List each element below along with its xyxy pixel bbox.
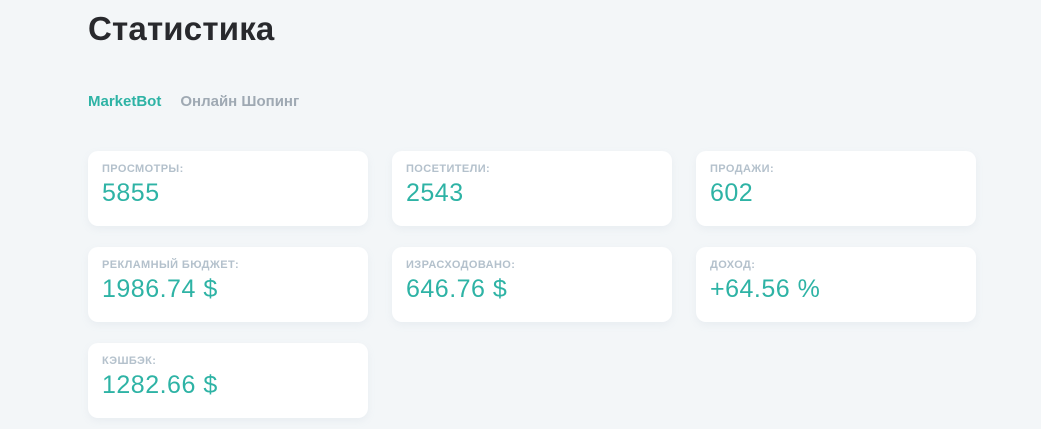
tab-marketbot[interactable]: MarketBot xyxy=(88,93,161,110)
stat-label: ПРОДАЖИ: xyxy=(710,163,775,176)
stat-label: ПРОСМОТРЫ: xyxy=(102,163,184,176)
stat-value: 602 xyxy=(710,179,754,208)
stat-card-views: ПРОСМОТРЫ: 5855 xyxy=(88,151,368,227)
stat-card-sales: ПРОДАЖИ: 602 xyxy=(696,151,976,227)
page-title: Статистика xyxy=(88,10,275,47)
stat-card-visitors: ПОСЕТИТЕЛИ: 2543 xyxy=(392,151,672,227)
stat-label: КЭШБЭК: xyxy=(102,355,157,368)
stats-card-grid: ПРОСМОТРЫ: 5855 ПОСЕТИТЕЛИ: 2543 ПРОДАЖИ… xyxy=(88,151,1041,419)
stat-label: ИЗРАСХОДОВАНО: xyxy=(406,259,516,272)
stat-card-spent: ИЗРАСХОДОВАНО: 646.76 $ xyxy=(392,247,672,323)
stat-value: 1986.74 $ xyxy=(102,275,218,304)
statistics-page: Статистика MarketBot Онлайн Шопинг ПРОСМ… xyxy=(0,0,1041,429)
stat-label: ПОСЕТИТЕЛИ: xyxy=(406,163,491,176)
stat-card-cashback: КЭШБЭК: 1282.66 $ xyxy=(88,343,368,419)
tab-bar: MarketBot Онлайн Шопинг xyxy=(88,93,1041,110)
stat-card-income: ДОХОД: +64.56 % xyxy=(696,247,976,323)
stat-value: 1282.66 $ xyxy=(102,371,218,400)
stat-value: +64.56 % xyxy=(710,275,821,304)
stat-label: РЕКЛАМНЫЙ БЮДЖЕТ: xyxy=(102,259,240,272)
tab-online-shopping[interactable]: Онлайн Шопинг xyxy=(180,93,299,110)
stat-value: 2543 xyxy=(406,179,464,208)
stat-value: 5855 xyxy=(102,179,160,208)
stat-label: ДОХОД: xyxy=(710,259,756,272)
stat-value: 646.76 $ xyxy=(406,275,508,304)
stat-card-ad-budget: РЕКЛАМНЫЙ БЮДЖЕТ: 1986.74 $ xyxy=(88,247,368,323)
